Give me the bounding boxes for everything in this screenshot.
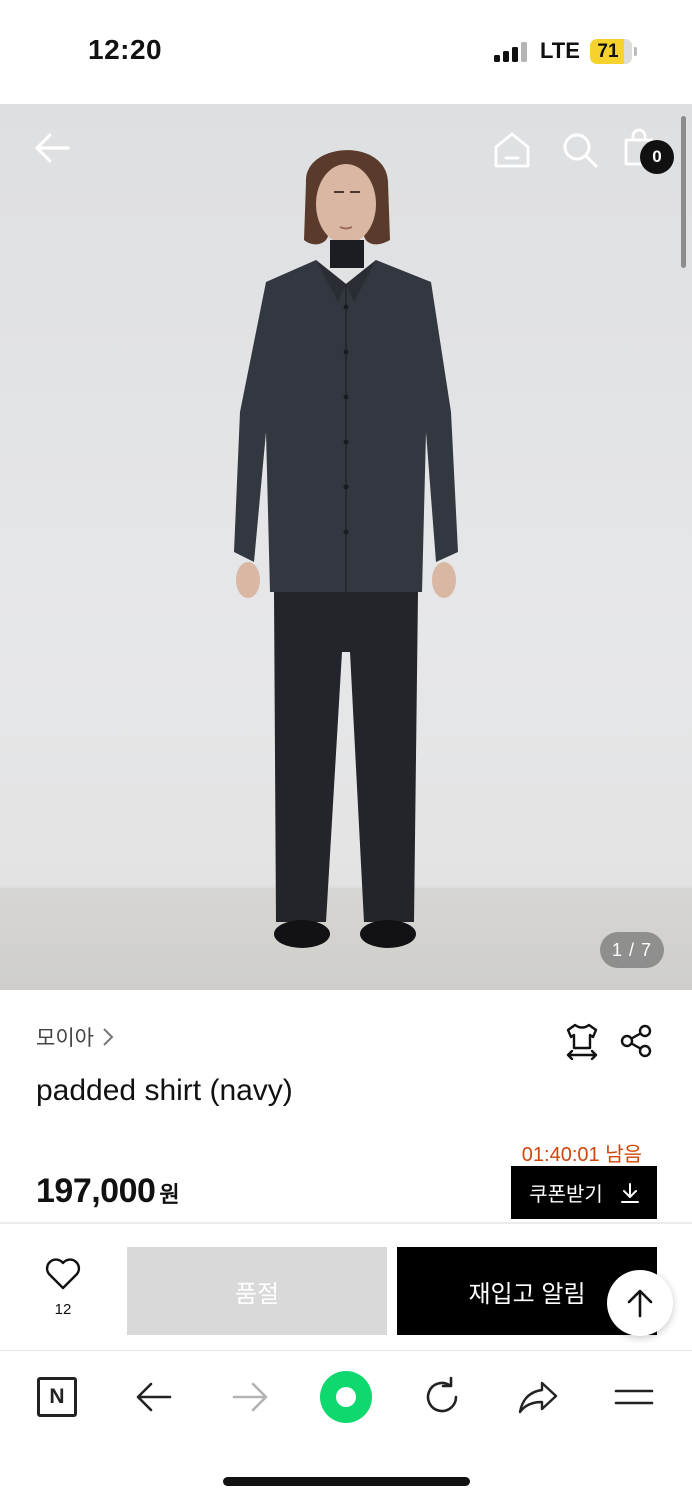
battery-tip [634, 47, 637, 56]
brand-name: 모이아 [36, 1027, 94, 1050]
browser-home-button[interactable] [320, 1371, 372, 1423]
brand-link[interactable]: 모이아 [36, 1022, 114, 1052]
naver-logo-button[interactable]: N [37, 1377, 77, 1417]
battery-icon: 71 [590, 39, 632, 64]
signal-icon [494, 42, 528, 62]
status-bar: 12:20 LTE 71 [0, 0, 692, 104]
battery-level: 71 [597, 41, 619, 62]
product-photo-model [234, 150, 458, 948]
page-scrollbar[interactable] [681, 116, 686, 268]
download-icon [620, 1182, 639, 1203]
coupon-download-button[interactable]: 쿠폰받기 [511, 1166, 657, 1219]
share-forward-icon[interactable] [516, 1375, 560, 1419]
image-counter: 1 / 7 [600, 932, 664, 968]
network-type: LTE [540, 38, 580, 63]
like-button[interactable]: 12 [30, 1258, 96, 1328]
sale-countdown-timer: 01:40:01 남음 [521, 1144, 642, 1166]
cart-count-badge[interactable]: 0 [640, 140, 674, 174]
section-divider [0, 1222, 692, 1224]
soldout-button[interactable]: 품절 [127, 1247, 387, 1335]
home-icon[interactable] [492, 130, 532, 170]
scroll-to-top-button[interactable] [607, 1270, 673, 1336]
browser-forward-icon[interactable] [228, 1375, 272, 1419]
chevron-right-icon [103, 1028, 114, 1046]
arrow-up-icon [627, 1289, 653, 1318]
product-title: padded shirt (navy) [36, 1074, 293, 1107]
like-count: 12 [54, 1301, 72, 1318]
status-time: 12:20 [88, 34, 163, 65]
menu-icon[interactable] [612, 1375, 656, 1419]
back-arrow-icon[interactable] [32, 128, 72, 168]
home-indicator [223, 1477, 470, 1486]
size-guide-icon[interactable] [564, 1022, 600, 1060]
browser-toolbar: N [0, 1350, 692, 1500]
browser-back-icon[interactable] [132, 1375, 176, 1419]
refresh-icon[interactable] [420, 1375, 464, 1419]
product-price: 197,000 원 [36, 1172, 180, 1211]
coupon-label: 쿠폰받기 [529, 1184, 603, 1206]
product-image-carousel[interactable]: 0 1 / 7 [0, 104, 692, 990]
price-value: 197,000 [36, 1172, 156, 1210]
price-unit: 원 [159, 1182, 180, 1207]
share-icon[interactable] [620, 1024, 652, 1058]
search-icon[interactable] [560, 130, 600, 170]
heart-icon [45, 1258, 81, 1290]
